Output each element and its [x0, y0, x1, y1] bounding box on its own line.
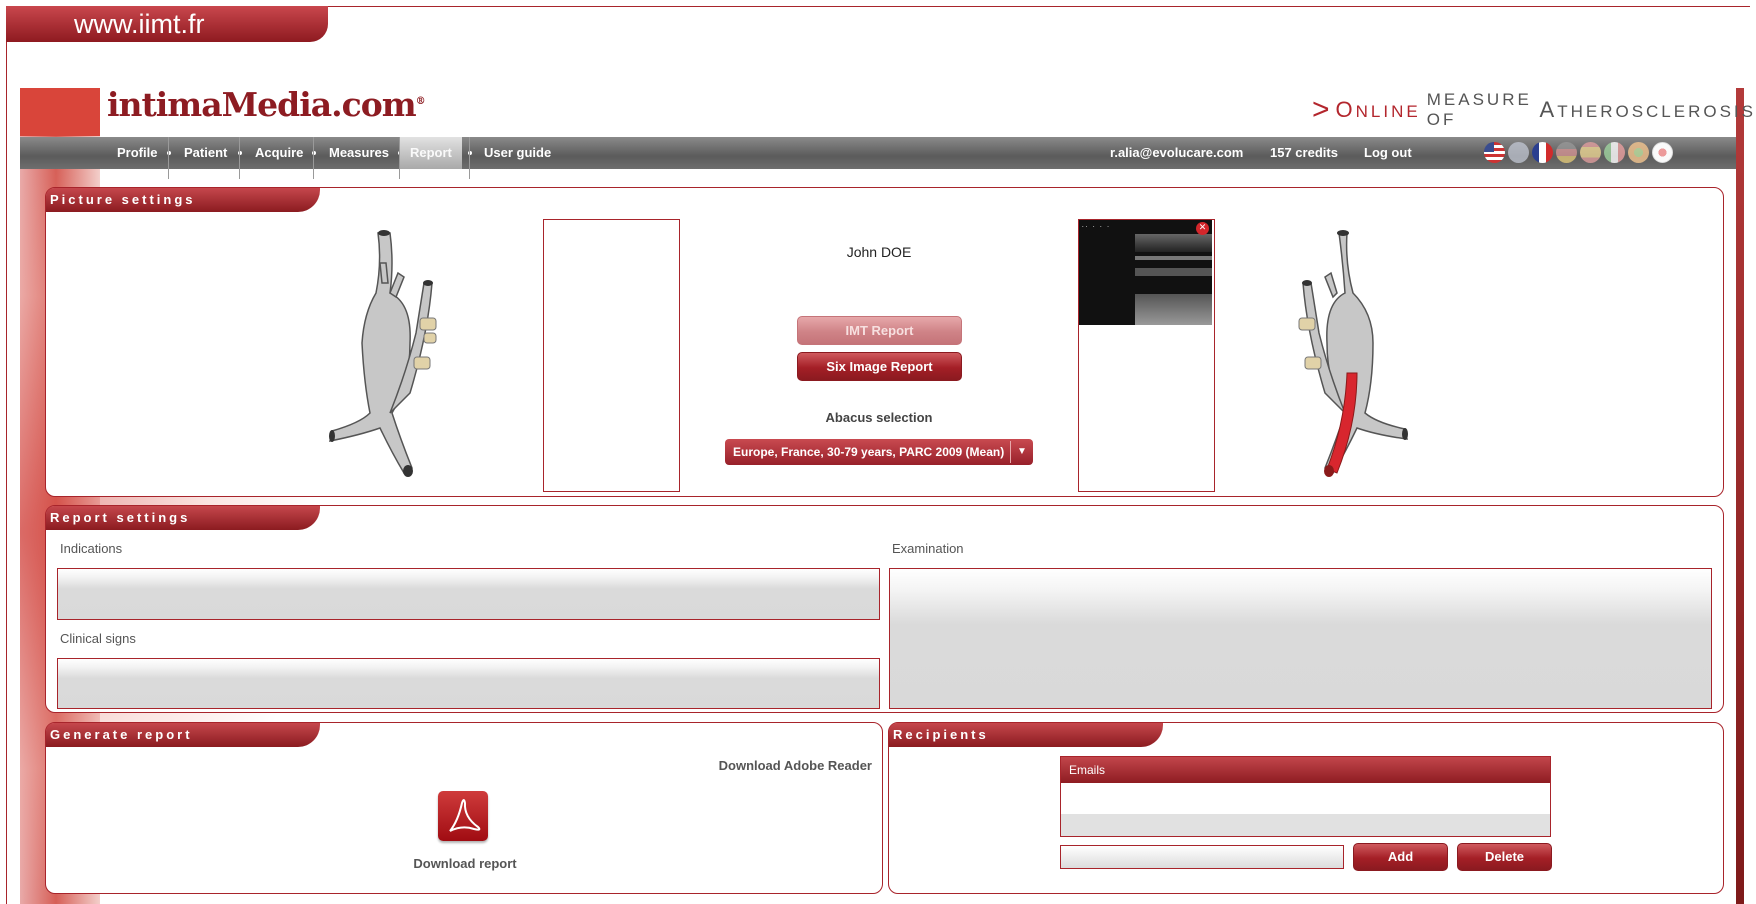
delete-button[interactable]: Delete [1457, 843, 1552, 871]
abacus-selection-label: Abacus selection [825, 410, 933, 425]
ultrasound-thumbnail[interactable]: .. . . . ✕ [1079, 220, 1212, 325]
examination-label: Examination [892, 541, 964, 556]
main-nav-bar: Profile Patient Acquire Measures Report … [20, 137, 1736, 179]
emails-list[interactable]: Emails [1060, 756, 1551, 837]
fr-flag-icon[interactable] [1532, 142, 1553, 163]
tagline-first-word: NLINE [1355, 102, 1421, 121]
nav-report[interactable]: Report [400, 137, 462, 169]
nav-acquire[interactable]: Acquire [255, 137, 303, 169]
nav-measures[interactable]: Measures [329, 137, 389, 169]
download-adobe-reader-link[interactable]: Download Adobe Reader [700, 758, 872, 773]
left-carotid-diagram [329, 230, 437, 477]
us-flag-icon[interactable] [1484, 142, 1505, 163]
emails-list-row[interactable] [1061, 814, 1550, 836]
left-image-slot[interactable] [543, 219, 680, 492]
download-report-link[interactable]: Download report [400, 856, 530, 871]
tagline-middle: MEASURE OF [1426, 90, 1532, 129]
right-carotid-diagram [1298, 230, 1408, 477]
logout-link[interactable]: Log out [1364, 137, 1412, 169]
right-decor-edge [1736, 88, 1744, 904]
left-decor-top [20, 88, 100, 136]
nav-separator [469, 137, 470, 179]
six-image-report-button[interactable]: Six Image Report [797, 352, 962, 381]
abacus-selected-value: Europe, France, 30-79 years, PARC 2009 (… [733, 445, 1005, 459]
email-input[interactable] [1060, 845, 1344, 869]
jp-flag-icon[interactable] [1652, 142, 1673, 163]
picture-settings-title: Picture settings [46, 188, 320, 212]
generate-report-title: Generate report [46, 723, 320, 747]
recipients-title: Recipients [889, 723, 1163, 747]
chevron-down-icon[interactable]: ▼ [1010, 441, 1033, 463]
chevron-right-icon: > [1312, 93, 1330, 126]
indications-label: Indications [60, 541, 123, 556]
nav-separator [168, 137, 169, 179]
examination-field[interactable] [889, 568, 1712, 709]
add-button[interactable]: Add [1353, 843, 1448, 871]
de-flag-icon[interactable] [1556, 142, 1577, 163]
right-image-slot[interactable]: .. . . . ✕ [1078, 219, 1215, 492]
imt-report-button[interactable]: IMT Report [797, 316, 962, 345]
site-url-tab: www.iimt.fr [6, 6, 328, 42]
close-icon[interactable]: ✕ [1196, 222, 1209, 235]
indications-field[interactable] [57, 568, 880, 620]
clinical-signs-field[interactable] [57, 658, 880, 709]
nav-profile[interactable]: Profile [117, 137, 157, 169]
tagline-first-letter: O [1335, 97, 1356, 122]
patient-name: John DOE [846, 244, 912, 260]
user-email: r.alia@evolucare.com [1110, 145, 1244, 160]
emails-header: Emails [1061, 757, 1550, 783]
tagline-last-word: THEROSCLEROSIS [1557, 102, 1756, 121]
report-settings-title: Report settings [46, 506, 320, 530]
abacus-select[interactable]: Europe, France, 30-79 years, PARC 2009 (… [725, 439, 1033, 465]
nav-separator [239, 137, 240, 179]
nav-patient[interactable]: Patient [184, 137, 227, 169]
tagline-big-letter: A [1539, 97, 1558, 122]
logo-text: intimaMedia.com [107, 85, 417, 124]
es-flag-icon[interactable] [1580, 142, 1601, 163]
pdf-icon[interactable] [438, 791, 488, 841]
clinical-signs-label: Clinical signs [60, 631, 136, 646]
pt-flag-icon[interactable] [1628, 142, 1649, 163]
tagline: > ONLINE MEASURE OF ATHEROSCLEROSIS [1312, 90, 1756, 130]
credits-count: 157 credits [1270, 145, 1338, 160]
it-flag-icon[interactable] [1604, 142, 1625, 163]
nav-user-guide[interactable]: User guide [484, 137, 551, 169]
uk-flag-icon[interactable] [1508, 142, 1529, 163]
pdf-glyph-icon [449, 799, 481, 832]
logo[interactable]: intimaMedia.com® [107, 85, 426, 124]
nav-separator [313, 137, 314, 179]
